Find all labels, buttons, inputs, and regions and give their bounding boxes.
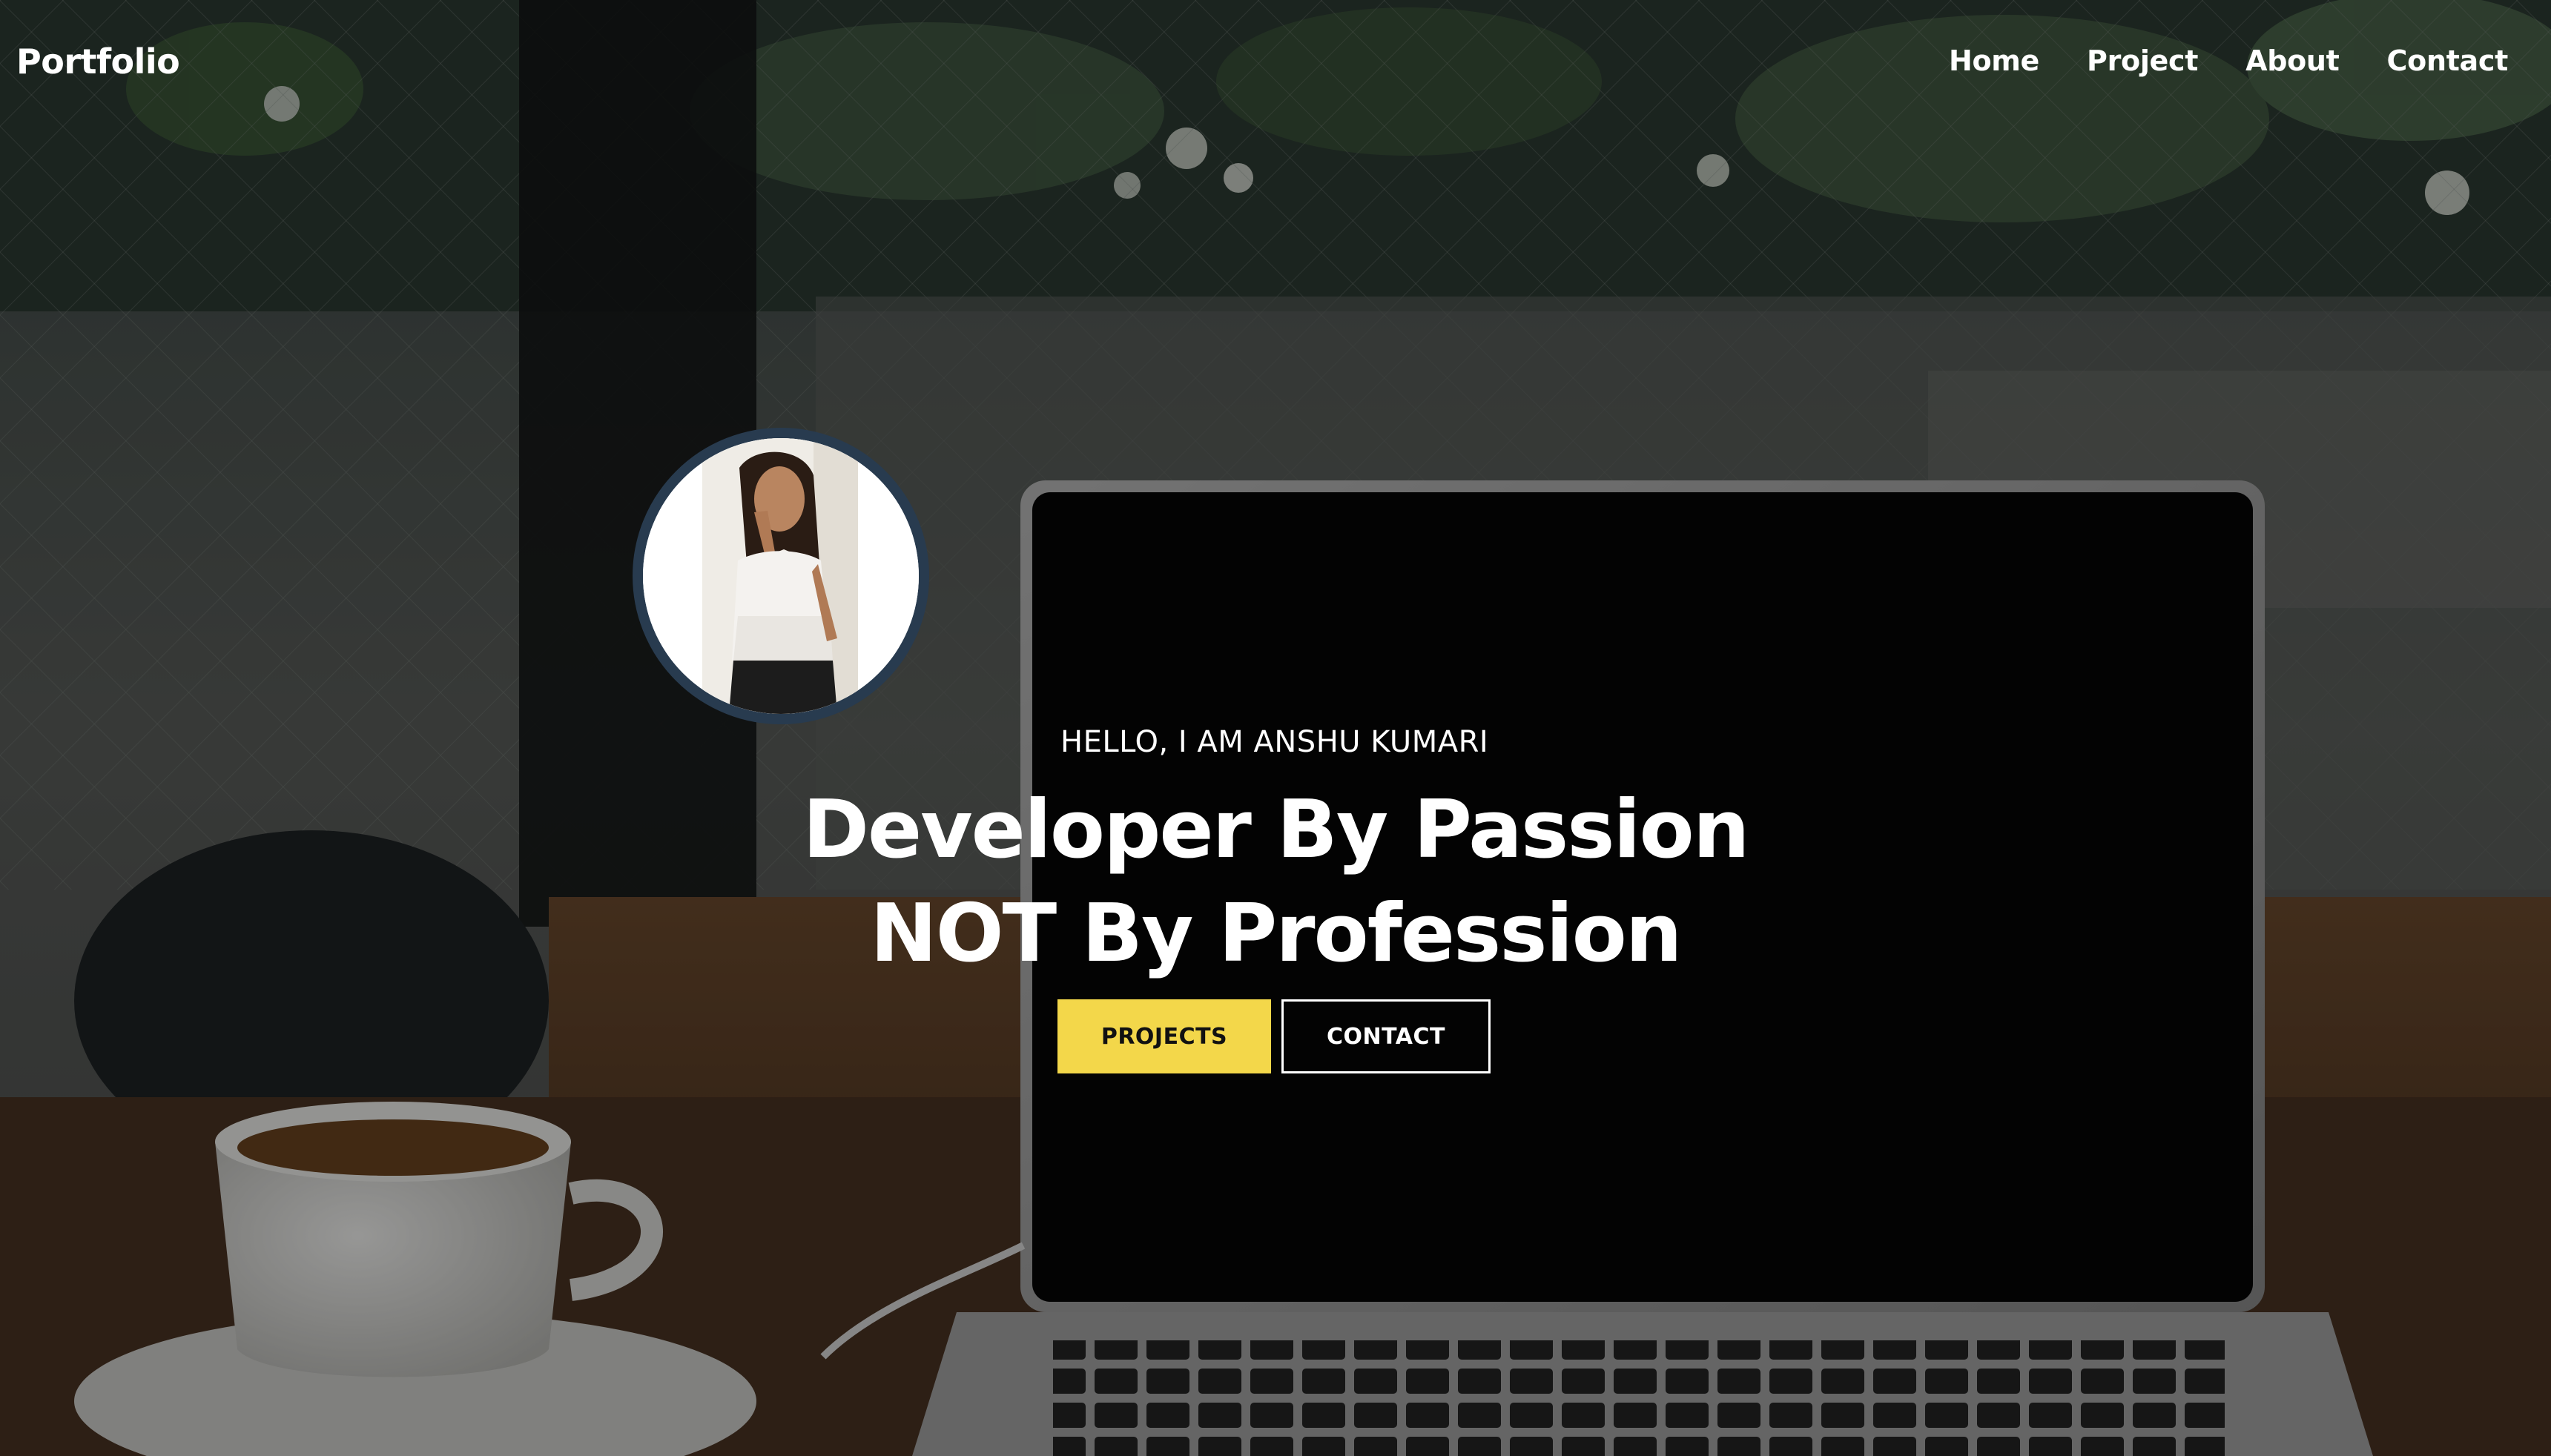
nav-home[interactable]: Home bbox=[1949, 44, 2039, 77]
hero-title: Developer By Passion NOT By Profession bbox=[802, 784, 1749, 980]
brand-logo[interactable]: Portfolio bbox=[16, 42, 180, 82]
nav-project[interactable]: Project bbox=[2087, 44, 2198, 77]
portfolio-page: Portfolio Home Project About Contact HEL… bbox=[0, 0, 2551, 1456]
profile-avatar bbox=[633, 428, 929, 724]
profile-photo bbox=[643, 438, 919, 714]
nav-links: Home Project About Contact bbox=[1949, 44, 2508, 77]
navbar: Portfolio Home Project About Contact bbox=[0, 0, 2551, 133]
nav-contact[interactable]: Contact bbox=[2387, 44, 2509, 77]
contact-button[interactable]: CONTACT bbox=[1281, 999, 1491, 1073]
projects-button[interactable]: PROJECTS bbox=[1057, 999, 1271, 1073]
hero-greeting: HELLO, I AM ANSHU KUMARI bbox=[1060, 725, 1489, 759]
nav-about[interactable]: About bbox=[2245, 44, 2340, 77]
